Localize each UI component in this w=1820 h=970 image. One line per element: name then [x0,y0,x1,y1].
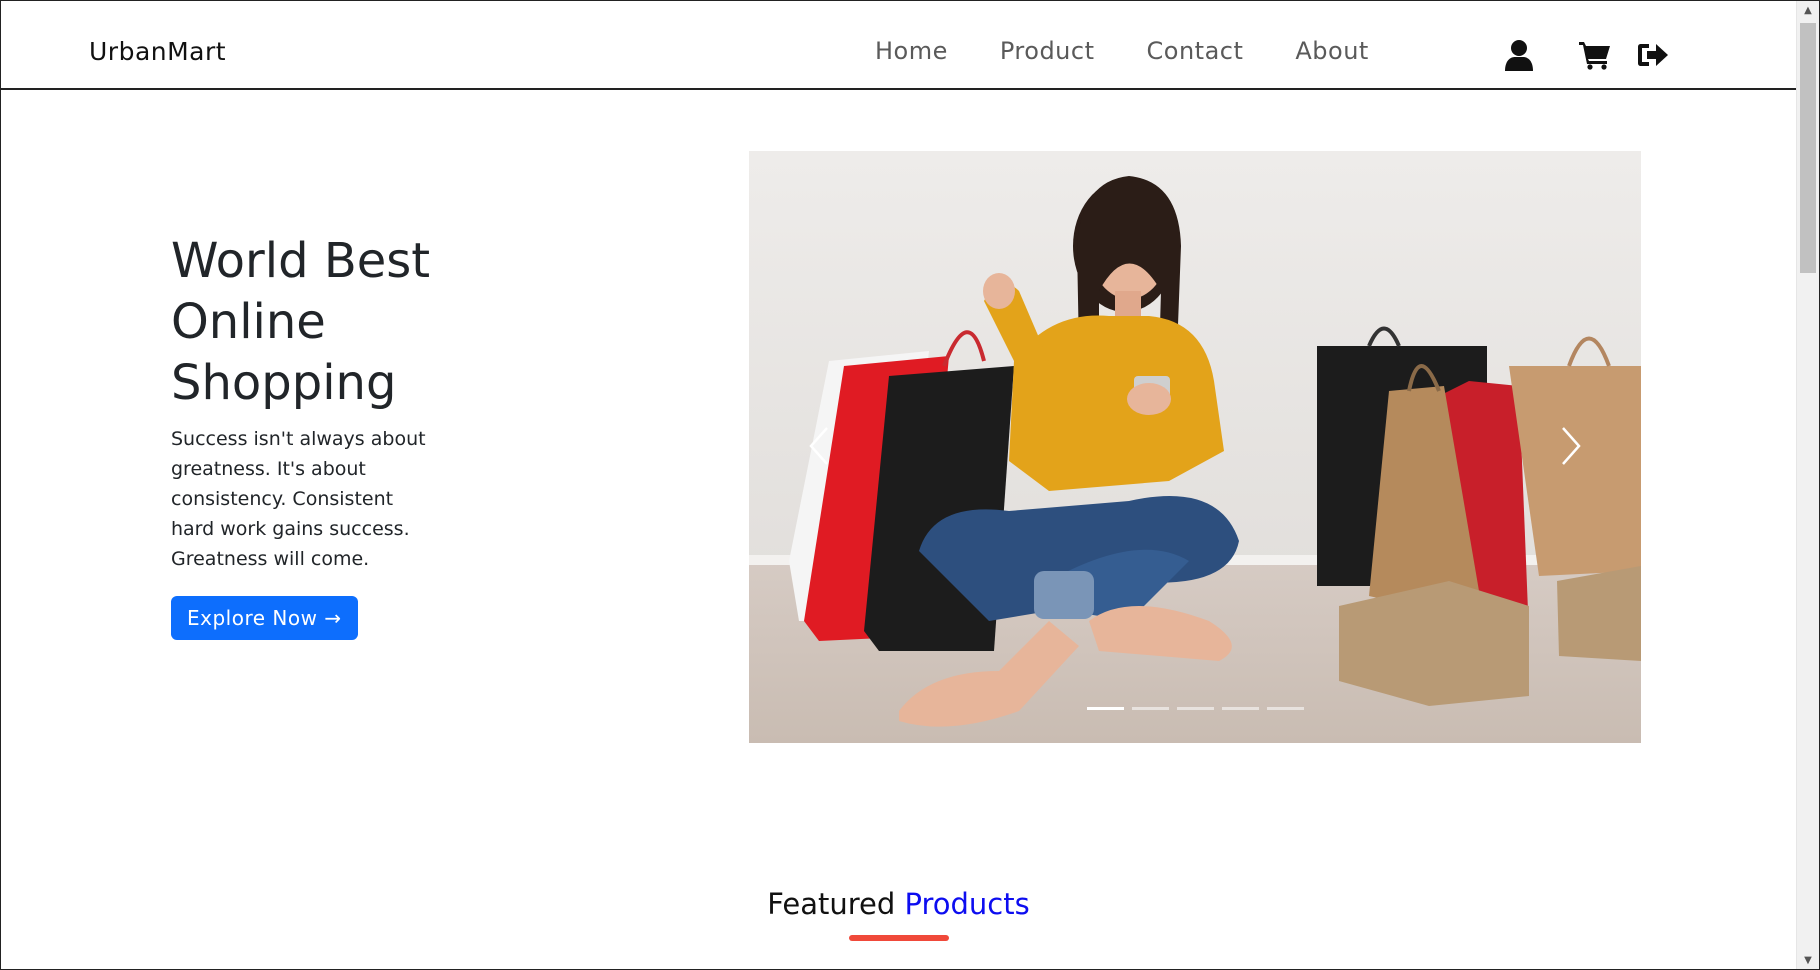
carousel-indicator[interactable] [1087,707,1124,710]
logout-icon[interactable] [1635,37,1671,73]
carousel-indicator[interactable] [1177,707,1214,710]
carousel-indicators [1087,707,1304,710]
carousel-prev-button[interactable] [789,411,849,481]
user-icon[interactable] [1501,37,1537,73]
featured-heading-part1: Featured [767,887,896,921]
nav-links: Home Product Contact About [875,37,1369,65]
hero-description: Success isn't always about greatness. It… [171,428,426,570]
nav-icons [1501,37,1671,73]
carousel-next-button[interactable] [1541,411,1601,481]
page-scrollbar[interactable]: ▲ ▼ [1796,1,1819,969]
featured-heading: Featured Products [1,887,1796,921]
brand-logo[interactable]: UrbanMart [89,37,226,66]
featured-products-section: Featured Products [1,887,1796,941]
carousel-slide-image [749,151,1641,743]
featured-heading-part2: Products [904,887,1030,921]
nav-link-about[interactable]: About [1295,37,1368,65]
nav-link-product[interactable]: Product [1000,37,1095,65]
cart-icon[interactable] [1577,37,1613,73]
scroll-thumb[interactable] [1800,23,1816,273]
explore-now-button[interactable]: Explore Now → [171,596,358,640]
nav-link-contact[interactable]: Contact [1147,37,1244,65]
carousel-indicator[interactable] [1267,707,1304,710]
scroll-up-arrow-icon[interactable]: ▲ [1797,1,1819,19]
heading-underline [848,935,949,941]
carousel-indicator[interactable] [1222,707,1259,710]
hero-section: World Best Online Shopping Success isn't… [171,231,431,640]
nav-link-home[interactable]: Home [875,37,948,65]
navbar: UrbanMart Home Product Contact About [1,1,1796,90]
carousel-indicator[interactable] [1132,707,1169,710]
scroll-down-arrow-icon[interactable]: ▼ [1797,951,1819,969]
hero-title: World Best Online Shopping [171,233,431,411]
chevron-left-icon [809,427,828,465]
hero-carousel [749,151,1641,743]
browser-viewport: UrbanMart Home Product Contact About Wor… [0,0,1820,970]
chevron-right-icon [1562,427,1581,465]
